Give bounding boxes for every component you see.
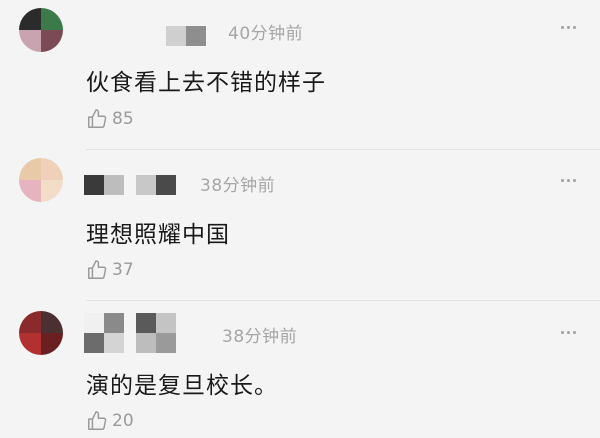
comment-time: 38分钟前 (200, 176, 276, 196)
thumbs-up-icon (88, 411, 107, 430)
username-mosaic (136, 313, 176, 353)
username[interactable] (166, 26, 206, 46)
username-mosaic (84, 313, 124, 353)
more-dots-icon[interactable] (561, 26, 576, 29)
like-count: 20 (112, 411, 134, 431)
comment-list: 40分钟前 伙食看上去不错的样子 85 38分钟前 理想照耀中国 37 38分钟… (0, 0, 600, 438)
comment-time: 38分钟前 (222, 327, 298, 347)
comment-text: 理想照耀中国 (86, 222, 230, 248)
username[interactable] (84, 313, 176, 353)
comment-text: 演的是复旦校长。 (86, 373, 278, 399)
like-count: 37 (112, 260, 134, 280)
avatar[interactable] (19, 158, 63, 202)
avatar[interactable] (19, 311, 63, 355)
avatar[interactable] (19, 8, 63, 52)
more-dots-icon[interactable] (561, 331, 576, 334)
comment-item: 40分钟前 伙食看上去不错的样子 85 (0, 0, 600, 150)
thumbs-up-icon (88, 260, 107, 279)
like-button[interactable]: 37 (86, 259, 134, 281)
like-count: 85 (112, 109, 134, 129)
like-button[interactable]: 85 (86, 108, 134, 130)
username-mosaic (136, 175, 176, 195)
comment-time: 40分钟前 (228, 24, 304, 44)
username[interactable] (84, 175, 176, 195)
thumbs-up-icon (88, 109, 107, 128)
comment-text: 伙食看上去不错的样子 (86, 70, 326, 96)
comment-item: 38分钟前 理想照耀中国 37 (0, 150, 600, 301)
more-dots-icon[interactable] (561, 179, 576, 182)
username-mosaic (166, 26, 206, 46)
comment-item: 38分钟前 演的是复旦校长。 20 (0, 301, 600, 438)
like-button[interactable]: 20 (86, 410, 134, 432)
username-mosaic (84, 175, 124, 195)
